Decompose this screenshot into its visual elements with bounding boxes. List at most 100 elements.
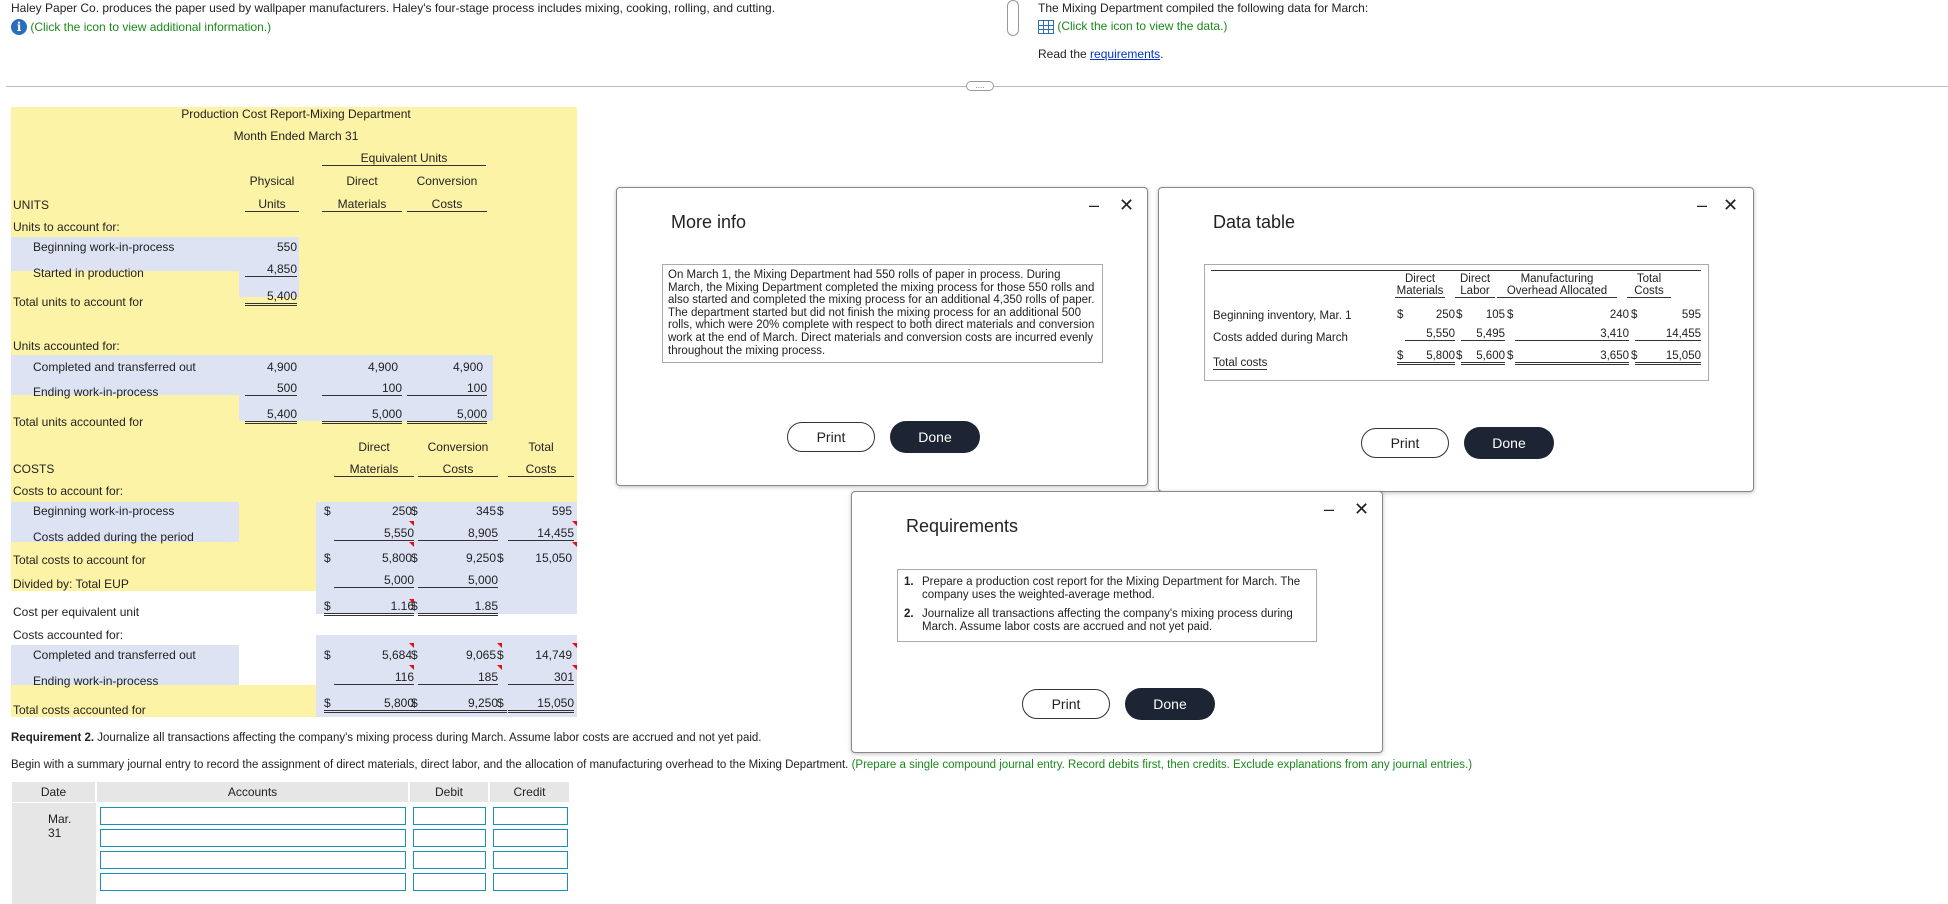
phys-total[interactable]: 5,400: [245, 289, 297, 306]
journal-header-credit: Credit: [490, 782, 570, 802]
close-icon[interactable]: ✕: [1354, 499, 1369, 520]
cc-final-cost[interactable]: 9,250: [418, 696, 498, 713]
dollar: $: [324, 648, 331, 662]
close-icon[interactable]: ✕: [1723, 195, 1738, 216]
cc-ewip[interactable]: 100: [407, 381, 487, 396]
red-flag-icon: [572, 665, 577, 670]
close-icon[interactable]: ✕: [1119, 195, 1134, 216]
data-table-top-rule: [1211, 270, 1701, 271]
more-info-text: On March 1, the Mixing Department had 55…: [662, 264, 1103, 363]
red-flag-icon: [409, 643, 414, 648]
done-button[interactable]: Done: [1125, 688, 1215, 720]
dm-total-cost[interactable]: 5,800: [334, 551, 412, 565]
h2-conversion: Conversion: [427, 440, 489, 454]
done-button[interactable]: Done: [1464, 427, 1554, 459]
dt-row3-label: Total costs: [1213, 357, 1268, 370]
phys-ewip[interactable]: 500: [245, 381, 297, 396]
dollar: $: [324, 599, 334, 616]
minimize-icon[interactable]: –: [1324, 499, 1334, 520]
data-link-text[interactable]: (Click the icon to view the data.): [1057, 19, 1227, 33]
journal-account-input[interactable]: [100, 829, 406, 847]
cc-eup[interactable]: 5,000: [418, 573, 498, 588]
total-costs-accounted-label: Total costs accounted for: [13, 703, 146, 717]
journal-credit-input[interactable]: [493, 851, 568, 869]
data-intro-text: The Mixing Department compiled the follo…: [1038, 1, 1369, 15]
h2-total-costs: Costs: [508, 462, 574, 477]
data-link[interactable]: (Click the icon to view the data.): [1038, 19, 1227, 34]
minimize-icon[interactable]: –: [1697, 195, 1707, 216]
tot-final-cost[interactable]: 15,050: [508, 696, 574, 713]
tot-bwip-cost[interactable]: 595: [508, 504, 572, 518]
dm-per-eu[interactable]: 1.16: [334, 599, 414, 616]
journal-credit-input[interactable]: [493, 829, 568, 847]
dm-eup[interactable]: 5,000: [334, 573, 414, 588]
dt-h-mo1: Manufacturing: [1520, 273, 1594, 285]
tot-added[interactable]: 14,455: [508, 526, 574, 541]
dm-completed[interactable]: 4,900: [322, 360, 398, 374]
dt-r1-mo: 240: [1609, 309, 1629, 321]
tot-comp-cost[interactable]: 14,749: [508, 648, 572, 662]
minimize-icon[interactable]: –: [1089, 195, 1099, 216]
phys-completed[interactable]: 4,900: [245, 360, 297, 374]
journal-debit-input[interactable]: [413, 829, 486, 847]
cc-completed[interactable]: 4,900: [407, 360, 483, 374]
dm-ewip[interactable]: 100: [322, 381, 402, 396]
dm-added[interactable]: 5,550: [334, 526, 414, 541]
costs-to-account-label: Costs to account for:: [13, 484, 124, 498]
print-button[interactable]: Print: [1022, 689, 1110, 719]
h2-costs: Costs: [418, 462, 498, 477]
phys-bwip[interactable]: 550: [245, 240, 297, 254]
cc-per-eu[interactable]: 1.85: [418, 599, 498, 616]
dm-total-units[interactable]: 5,000: [322, 407, 402, 424]
req2-instructions: Begin with a summary journal entry to re…: [11, 759, 1472, 771]
cc-total-units[interactable]: 5,000: [407, 407, 487, 424]
info-link-text[interactable]: (Click the icon to view additional infor…: [30, 20, 271, 34]
dm-comp-cost[interactable]: 5,684: [334, 648, 412, 662]
cc-total-cost[interactable]: 9,250: [418, 551, 496, 565]
production-cost-report: Production Cost Report-Mixing Department…: [11, 107, 577, 717]
journal-debit-input[interactable]: [413, 807, 486, 825]
dt-h-dm1: Direct: [1404, 273, 1436, 285]
journal-debit-input[interactable]: [413, 873, 486, 891]
dt-r1-dl: 105: [1485, 309, 1505, 321]
requirement-item-2: Journalize all transactions affecting th…: [922, 608, 1293, 633]
journal-credit-input[interactable]: [493, 807, 568, 825]
units-accounted-label: Units accounted for:: [13, 339, 120, 353]
journal-header-date: Date: [12, 782, 96, 802]
req2-instr-text: Begin with a summary journal entry to re…: [11, 759, 849, 771]
journal-account-input[interactable]: [100, 807, 406, 825]
units-to-account-label: Units to account for:: [13, 220, 120, 234]
cc-added[interactable]: 8,905: [418, 526, 498, 541]
row-bg-yellow: [299, 237, 577, 297]
cc-ewip-cost[interactable]: 185: [418, 670, 498, 685]
phys-total-accounted[interactable]: 5,400: [245, 407, 297, 424]
vertical-splitter-handle[interactable]: [1007, 0, 1019, 36]
print-button[interactable]: Print: [1361, 428, 1449, 458]
dt-r3-mo: 3,650: [1515, 350, 1629, 365]
cc-bwip-cost[interactable]: 345: [418, 504, 496, 518]
read-requirements: Read the requirements.: [1038, 47, 1163, 61]
dm-ewip-cost[interactable]: 116: [334, 670, 414, 685]
journal-account-input[interactable]: [100, 873, 406, 891]
dollar: $: [324, 696, 334, 713]
table-icon[interactable]: [1038, 19, 1054, 34]
red-flag-icon: [497, 665, 502, 670]
journal-debit-input[interactable]: [413, 851, 486, 869]
print-button[interactable]: Print: [787, 422, 875, 452]
phys-started[interactable]: 4,850: [245, 262, 297, 277]
tot-ewip-cost[interactable]: 301: [508, 670, 574, 685]
cc-comp-cost[interactable]: 9,065: [418, 648, 496, 662]
info-link[interactable]: i (Click the icon to view additional inf…: [11, 19, 271, 35]
dm-final-cost[interactable]: 5,800: [334, 696, 414, 713]
journal-credit-input[interactable]: [493, 873, 568, 891]
requirements-link[interactable]: requirements: [1090, 47, 1160, 61]
req-number-2: 2.: [904, 608, 914, 620]
req2-instr-green: (Prepare a single compound journal entry…: [848, 759, 1473, 771]
divided-by-label: Divided by: Total EUP: [13, 577, 129, 591]
dm-bwip-cost[interactable]: 250: [334, 504, 412, 518]
done-button[interactable]: Done: [890, 421, 980, 453]
journal-account-input[interactable]: [100, 851, 406, 869]
horizontal-splitter-handle[interactable]: ....: [966, 81, 994, 91]
info-icon[interactable]: i: [11, 19, 27, 35]
tot-total-cost[interactable]: 15,050: [508, 551, 572, 565]
